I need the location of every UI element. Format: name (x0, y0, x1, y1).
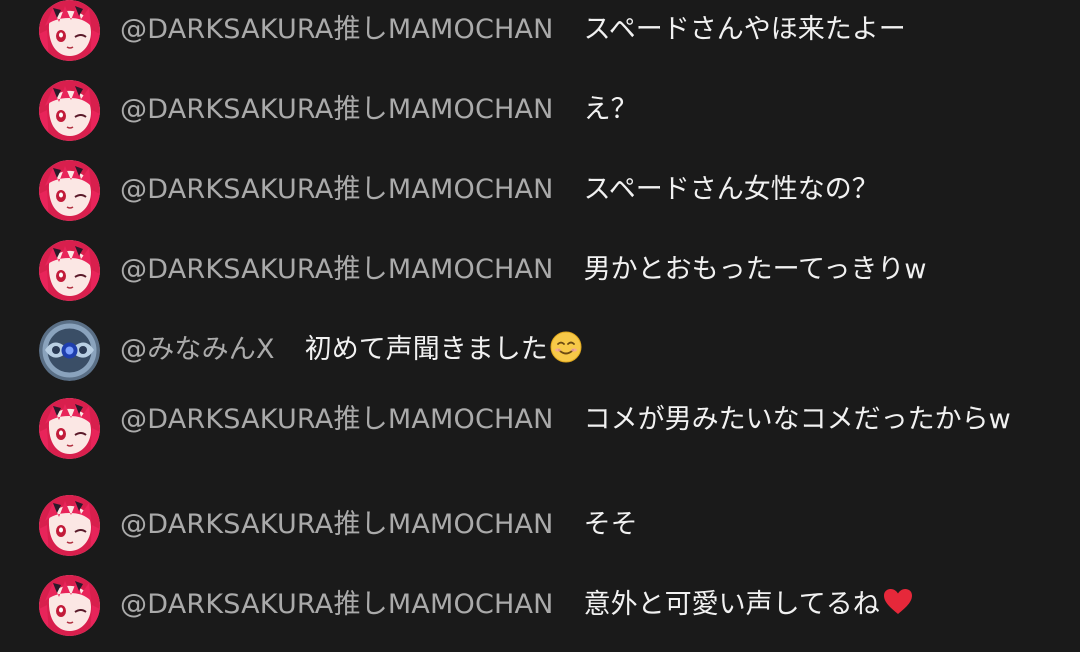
chat-message-text: 初めて声聞きました (304, 334, 548, 365)
anime-girl-avatar[interactable] (39, 0, 100, 61)
chat-author-name[interactable]: @DARKSAKURA推しMAMOCHAN (120, 509, 554, 540)
chat-author-name[interactable]: @DARKSAKURA推しMAMOCHAN (120, 174, 554, 205)
chat-author-name[interactable]: @DARKSAKURA推しMAMOCHAN (120, 404, 554, 435)
chat-author-name[interactable]: @みなみんX (120, 334, 275, 365)
anime-girl-avatar[interactable] (39, 80, 100, 141)
anime-girl-avatar[interactable] (39, 575, 100, 636)
smiling-face-emoji (550, 331, 582, 363)
chat-message-text: スペードさんやほ来たよー (583, 14, 906, 45)
chat-message-text: 男かとおもったーてっきりw (583, 254, 927, 285)
live-chat-list[interactable]: @DARKSAKURA推しMAMOCHAN スペードさんやほ来たよー @DARKS… (0, 0, 1080, 652)
chat-message-text: 意外と可愛い声してるね (583, 589, 880, 620)
red-heart-emoji (882, 586, 914, 618)
chat-message-text: そそ (583, 509, 638, 540)
chat-author-name[interactable]: @DARKSAKURA推しMAMOCHAN (120, 94, 554, 125)
anime-girl-avatar[interactable] (39, 398, 100, 459)
chat-author-name[interactable]: @DARKSAKURA推しMAMOCHAN (120, 254, 554, 285)
chat-message-text: コメが男みたいなコメだったからw (583, 404, 1011, 435)
anime-girl-avatar[interactable] (39, 495, 100, 556)
anime-girl-avatar[interactable] (39, 160, 100, 221)
anime-girl-avatar[interactable] (39, 240, 100, 301)
chat-message-text: え？ (583, 94, 638, 125)
chat-message-text: スペードさん女性なの？ (583, 174, 879, 205)
chat-author-name[interactable]: @DARKSAKURA推しMAMOCHAN (120, 589, 554, 620)
blue-emblem-avatar[interactable] (39, 320, 100, 381)
chat-author-name[interactable]: @DARKSAKURA推しMAMOCHAN (120, 14, 554, 45)
